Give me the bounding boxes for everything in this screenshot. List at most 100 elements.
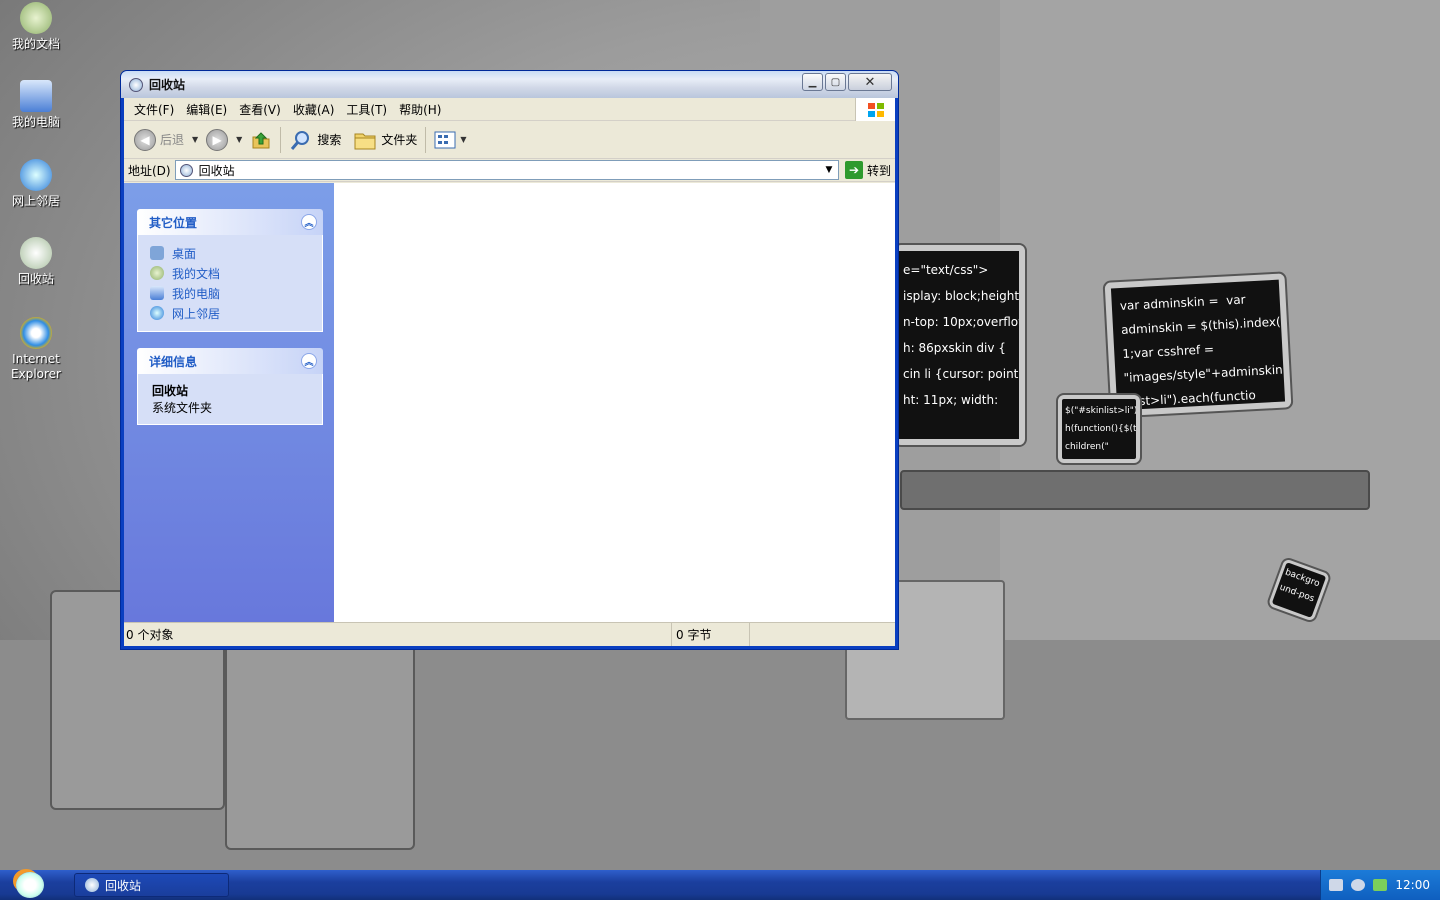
- keyboard-icon[interactable]: [1329, 879, 1344, 891]
- details-subtitle: 系统文件夹: [152, 401, 213, 415]
- link-my-documents[interactable]: 我的文档: [150, 263, 310, 283]
- views-dropdown-icon: ▼: [460, 135, 467, 144]
- details-panel: 详细信息 ︽ 回收站 系统文件夹: [137, 348, 323, 425]
- menu-bar: 文件(F) 编辑(E) 查看(V) 收藏(A) 工具(T) 帮助(H): [124, 98, 895, 121]
- desktop-icon-label: 回收站: [17, 272, 54, 286]
- desktop-icon-internet-explorer[interactable]: Internet Explorer: [0, 317, 72, 382]
- views-grid-icon: [434, 131, 456, 148]
- desktop-icon-network-places[interactable]: 网上邻居: [0, 159, 72, 209]
- wallpaper-floor: [0, 640, 1440, 870]
- menu-help[interactable]: 帮助(H): [393, 101, 447, 118]
- desktop-icon-my-documents[interactable]: 我的文档: [0, 2, 72, 52]
- volume-icon[interactable]: [1373, 879, 1388, 891]
- back-dropdown-icon[interactable]: ▼: [192, 135, 198, 144]
- recycle-bin-window: 回收站 ▁ ▢ ✕ 文件(F) 编辑(E) 查看(V) 收藏(A) 工具(T) …: [120, 70, 899, 650]
- menu-favorites[interactable]: 收藏(A): [287, 101, 341, 118]
- forward-button[interactable]: ▶: [202, 125, 232, 155]
- link-network-places[interactable]: 网上邻居: [150, 303, 310, 323]
- internet-explorer-icon: [20, 317, 52, 349]
- link-my-computer[interactable]: 我的电脑: [150, 283, 310, 303]
- recycle-bin-icon: [179, 163, 193, 177]
- details-body: 回收站 系统文件夹: [137, 374, 323, 425]
- status-objects: 0 个对象: [124, 623, 672, 646]
- start-button[interactable]: [0, 870, 60, 900]
- close-button[interactable]: ✕: [848, 73, 892, 91]
- network-places-icon: [20, 159, 52, 191]
- address-input[interactable]: 回收站 ▼: [174, 160, 839, 180]
- collapse-chevron-icon[interactable]: ︽: [301, 214, 317, 230]
- wallpaper-right-wall: [1000, 0, 1440, 640]
- status-bar: 0 个对象 0 字节: [124, 622, 895, 646]
- search-icon: [291, 130, 310, 150]
- wallpaper-laptop: $("#skinlist>li").eac h(function(){$(thi…: [1058, 395, 1140, 463]
- other-places-title: 其它位置: [149, 215, 198, 230]
- network-icon[interactable]: [1351, 879, 1366, 891]
- close-icon: ✕: [864, 74, 876, 90]
- desktop-icon-recycle-bin[interactable]: 回收站: [0, 237, 72, 287]
- toolbar: ◀ 后退 ▼ ▶ ▼ 搜索 文件夹 ▼: [124, 121, 895, 159]
- back-button[interactable]: ◀ 后退: [130, 125, 188, 155]
- minimize-button[interactable]: ▁: [802, 73, 823, 91]
- link-label: 我的文档: [172, 266, 221, 281]
- window-title: 回收站: [149, 78, 186, 92]
- go-button[interactable]: ➔ 转到: [843, 160, 895, 180]
- desktop-icon-label: Internet Explorer: [11, 352, 61, 381]
- wallpaper-pda: backgro und-pos: [1267, 558, 1331, 622]
- search-label: 搜索: [317, 133, 342, 147]
- wallpaper-monitor-left: e="text/css"> isplay: block;height: n-to…: [895, 245, 1025, 445]
- start-cloud-icon: [16, 872, 44, 898]
- my-computer-icon: [20, 80, 52, 112]
- folders-button[interactable]: 文件夹: [349, 125, 421, 155]
- my-computer-icon: [150, 286, 164, 300]
- desktop-icon-my-computer[interactable]: 我的电脑: [0, 80, 72, 130]
- folders-label: 文件夹: [381, 133, 418, 147]
- folder-icon: [354, 133, 376, 149]
- toolbar-separator: [425, 126, 427, 153]
- file-list-area[interactable]: [334, 183, 895, 622]
- up-button[interactable]: [246, 125, 276, 155]
- search-button[interactable]: 搜索: [285, 125, 345, 155]
- menu-view[interactable]: 查看(V): [233, 101, 287, 118]
- window-controls: ▁ ▢ ✕: [802, 73, 892, 91]
- maximize-button[interactable]: ▢: [825, 73, 846, 91]
- details-title: 详细信息: [149, 354, 198, 369]
- go-arrow-icon: ➔: [844, 161, 863, 179]
- forward-dropdown-icon[interactable]: ▼: [236, 135, 242, 144]
- address-label: 地址(D): [128, 163, 171, 178]
- link-label: 我的电脑: [172, 286, 221, 301]
- other-places-body: 桌面 我的文档 我的电脑 网上邻居: [137, 235, 323, 332]
- system-tray: 12:00: [1320, 870, 1440, 900]
- clock[interactable]: 12:00: [1395, 878, 1430, 892]
- menu-edit[interactable]: 编辑(E): [180, 101, 233, 118]
- taskbar-task-recycle-bin[interactable]: 回收站: [74, 873, 229, 897]
- other-places-panel: 其它位置 ︽ 桌面 我的文档 我的电脑 网上邻居: [137, 209, 323, 332]
- address-bar: 地址(D) 回收站 ▼ ➔ 转到: [124, 159, 895, 182]
- wallpaper-monitor-right: var adminskin = var adminskin = $(this).…: [1104, 273, 1292, 417]
- menu-file[interactable]: 文件(F): [128, 101, 180, 118]
- address-dropdown-icon[interactable]: ▼: [820, 161, 838, 179]
- menu-tools[interactable]: 工具(T): [340, 101, 393, 118]
- folder-up-icon: [252, 131, 270, 148]
- task-pane: 其它位置 ︽ 桌面 我的文档 我的电脑 网上邻居 详细信息 ︽ 回收站 系统文件…: [124, 183, 334, 622]
- recycle-bin-icon: [20, 237, 52, 269]
- other-places-header[interactable]: 其它位置 ︽: [137, 209, 323, 235]
- wallpaper-code-3: $("#skinlist>li").eac h(function(){$(thi…: [1065, 406, 1140, 452]
- network-places-icon: [150, 306, 164, 320]
- window-body: 其它位置 ︽ 桌面 我的文档 我的电脑 网上邻居 详细信息 ︽ 回收站 系统文件…: [124, 183, 895, 622]
- wallpaper-desk: [900, 470, 1370, 510]
- collapse-chevron-icon[interactable]: ︽: [301, 353, 317, 369]
- taskbar: 回收站 12:00: [0, 870, 1440, 900]
- wallpaper-code-2: var adminskin = var adminskin = $(this).…: [1119, 292, 1287, 409]
- my-documents-icon: [150, 266, 164, 280]
- title-bar[interactable]: 回收站 ▁ ▢ ✕: [121, 71, 898, 98]
- back-label: 后退: [160, 133, 185, 147]
- my-documents-icon: [20, 2, 52, 34]
- views-button[interactable]: ▼: [430, 125, 470, 155]
- wallpaper-code-1: e="text/css"> isplay: block;height: n-to…: [903, 263, 1025, 407]
- taskbar-task-label: 回收站: [105, 878, 142, 893]
- link-desktop[interactable]: 桌面: [150, 243, 310, 263]
- go-label: 转到: [866, 163, 891, 178]
- details-header[interactable]: 详细信息 ︽: [137, 348, 323, 374]
- minimize-icon: ▁: [808, 76, 817, 88]
- link-label: 网上邻居: [172, 306, 221, 321]
